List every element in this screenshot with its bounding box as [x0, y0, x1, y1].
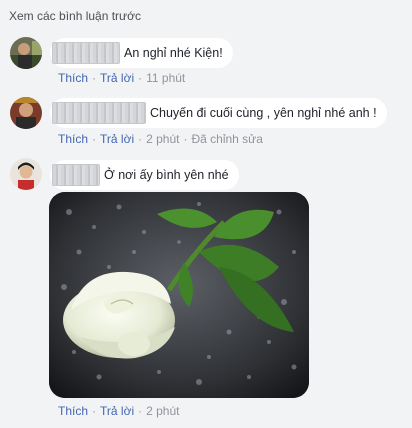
comment-bubble: Ở nơi ấy bình yên nhé — [50, 160, 239, 190]
like-link[interactable]: Thích — [58, 71, 88, 85]
timestamp[interactable]: 2 phút — [146, 132, 179, 146]
comment-actions: Thích · Trả lời · 2 phút · Đã chỉnh sửa — [58, 132, 263, 146]
comment-text: An nghỉ nhé Kiện! — [124, 46, 223, 60]
comment-bubble: An nghỉ nhé Kiện! — [50, 38, 233, 68]
blurred-author-name[interactable] — [52, 42, 120, 64]
like-link[interactable]: Thích — [58, 132, 88, 146]
comment-photo-white-rose[interactable] — [49, 192, 309, 398]
view-previous-comments-link[interactable]: Xem các bình luận trước — [9, 9, 141, 23]
comment-bubble: Chuyến đi cuối cùng , yên nghỉ nhé anh ! — [50, 98, 387, 128]
edited-label[interactable]: Đã chỉnh sửa — [191, 132, 262, 146]
blurred-author-name[interactable] — [52, 164, 100, 186]
avatar[interactable] — [10, 158, 42, 190]
comment-actions: Thích · Trả lời · 2 phút — [58, 404, 180, 418]
comment-actions: Thích · Trả lời · 11 phút — [58, 71, 186, 85]
avatar[interactable] — [10, 37, 42, 69]
blurred-author-name[interactable] — [52, 102, 146, 124]
timestamp[interactable]: 2 phút — [146, 404, 179, 418]
timestamp[interactable]: 11 phút — [146, 71, 185, 85]
avatar[interactable] — [10, 97, 42, 129]
reply-link[interactable]: Trả lời — [100, 132, 134, 146]
reply-link[interactable]: Trả lời — [100, 71, 134, 85]
like-link[interactable]: Thích — [58, 404, 88, 418]
comment-text: Chuyến đi cuối cùng , yên nghỉ nhé anh ! — [150, 106, 377, 120]
reply-link[interactable]: Trả lời — [100, 404, 134, 418]
comment-text: Ở nơi ấy bình yên nhé — [104, 168, 229, 182]
